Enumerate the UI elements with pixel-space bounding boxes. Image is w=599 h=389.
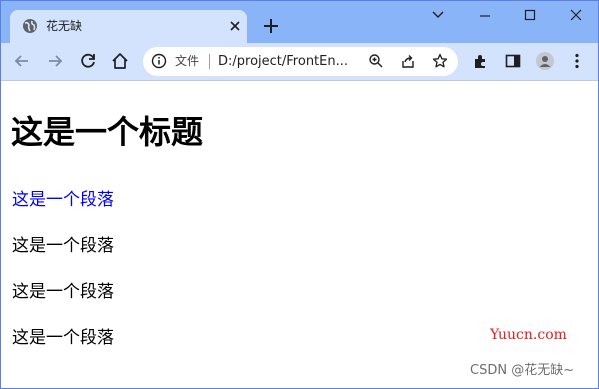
chevron-down-icon[interactable]	[424, 5, 452, 25]
side-panel-icon[interactable]	[503, 51, 523, 71]
maximize-icon[interactable]	[516, 5, 544, 25]
browser-window: 花无缺 文件 D:/project/FrontEn... 这是一个标题 这是一个…	[0, 0, 599, 389]
info-icon[interactable]	[151, 53, 167, 69]
forward-arrow-icon[interactable]	[45, 51, 65, 71]
window-close-icon[interactable]	[562, 5, 590, 25]
share-icon[interactable]	[400, 53, 416, 69]
page-title: 这是一个标题	[11, 113, 204, 151]
paragraph-2: 这是一个段落	[12, 236, 114, 256]
tab-strip: 花无缺	[1, 1, 598, 43]
paragraph-4: 这是一个段落	[12, 328, 114, 348]
extensions-icon[interactable]	[471, 51, 491, 71]
active-tab[interactable]: 花无缺	[10, 10, 247, 43]
paragraph-3: 这是一个段落	[12, 282, 114, 302]
star-icon[interactable]	[432, 53, 448, 69]
divider	[209, 54, 210, 69]
minimize-icon[interactable]	[471, 5, 499, 25]
home-icon[interactable]	[110, 51, 130, 71]
reload-icon[interactable]	[78, 51, 98, 71]
close-icon[interactable]	[226, 17, 244, 35]
scheme-label: 文件	[175, 54, 200, 68]
address-bar[interactable]: 文件 D:/project/FrontEn...	[143, 47, 458, 76]
toolbar: 文件 D:/project/FrontEn...	[1, 43, 598, 81]
back-arrow-icon[interactable]	[12, 51, 32, 71]
csdn-watermark: CSDN @花无缺~	[470, 363, 575, 378]
url-text[interactable]: D:/project/FrontEn...	[218, 53, 348, 70]
globe-icon	[22, 18, 38, 34]
kebab-menu-icon[interactable]	[567, 51, 587, 71]
plus-icon[interactable]	[260, 15, 282, 37]
paragraph-1: 这是一个段落	[12, 190, 114, 210]
zoom-icon[interactable]	[368, 53, 384, 69]
site-watermark: Yuucn.com	[490, 327, 567, 343]
profile-icon[interactable]	[535, 51, 555, 71]
tab-title: 花无缺	[46, 19, 83, 33]
page-content: 这是一个标题 这是一个段落 这是一个段落 这是一个段落 这是一个段落 Yuucn…	[1, 81, 598, 388]
